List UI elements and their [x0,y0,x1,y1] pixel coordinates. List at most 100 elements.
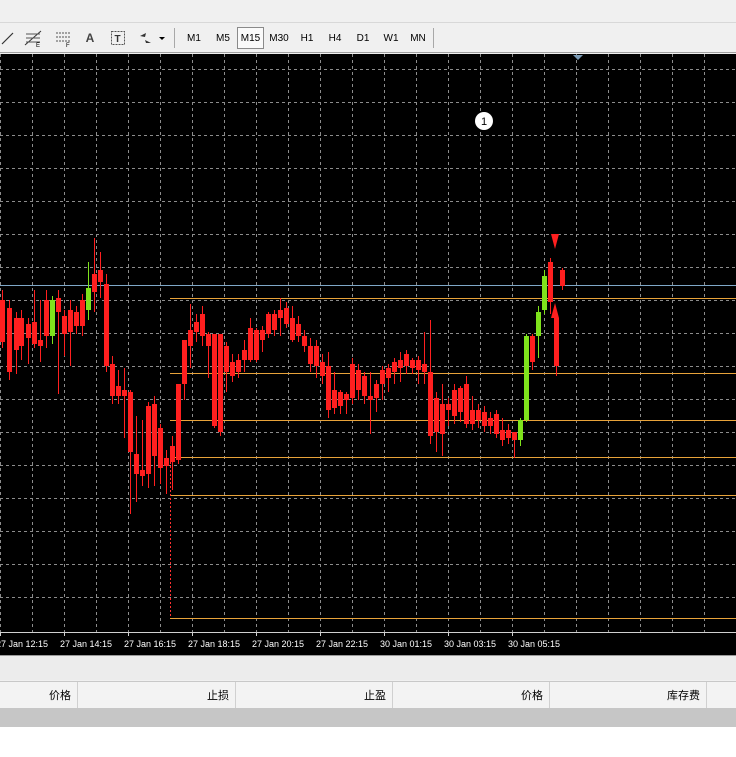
candle-body [176,384,181,460]
candle-body [272,314,277,330]
timeframe-h1-button[interactable]: H1 [294,27,320,49]
x-tick-label: 27 Jan 14:15 [60,639,112,649]
candle-body [560,270,565,286]
sell-arrow-icon [551,212,559,249]
timeframe-m30-button[interactable]: M30 [264,27,294,49]
terminal-body [0,727,736,757]
candle-body [254,330,259,360]
candle-body [98,270,103,282]
candle-body [392,362,397,372]
candle-body [0,300,5,342]
candle-body [248,328,253,360]
candle-body [404,354,409,366]
candle-body [134,454,139,474]
candle-body [368,396,373,400]
candle-body [350,364,355,398]
candle-body [290,318,295,340]
column-price2-header[interactable]: 价格 [393,682,550,708]
candle-body [524,336,529,420]
timeframe-d1-button[interactable]: D1 [349,27,377,49]
candle-body [92,274,97,292]
chart-tabs-bar [0,655,736,680]
candle-body [512,432,517,440]
candle-body [446,404,451,410]
candle-body [356,370,361,390]
candle-body [32,322,37,344]
svg-text:F: F [66,43,70,47]
candle-body [200,314,205,336]
candle-body [116,386,121,396]
candle-body [296,324,301,336]
candle-body [62,316,67,334]
timeframe-m15-button[interactable]: M15 [237,27,264,49]
timeframe-h4-button[interactable]: H4 [321,27,349,49]
svg-text:T: T [115,34,121,45]
chart-shift-marker-icon[interactable] [573,55,583,60]
timeframe-m5-button[interactable]: M5 [209,27,237,49]
column-price-header[interactable]: 价格 [0,682,78,708]
candle-body [7,308,12,372]
candle-body [386,368,391,378]
candlesticks [0,238,565,514]
trendline-tool-icon[interactable] [0,27,16,49]
candle-body [146,406,151,474]
time-axis: 27 Jan 12:15 27 Jan 14:15 27 Jan 16:15 27 J… [0,632,736,649]
candle-body [476,410,481,420]
column-tp-header[interactable]: 止盈 [236,682,393,708]
candle-body [506,430,511,438]
candle-body [302,336,307,346]
candle-body [428,372,433,436]
candle-body [410,360,415,368]
candle-body [458,388,463,412]
candle-body [19,318,24,346]
column-sl-header[interactable]: 止损 [78,682,236,708]
candle-body [338,392,343,406]
candle-body [122,390,127,396]
x-tick-label: 30 Jan 01:15 [380,639,432,649]
candle-body [320,362,325,376]
candle-body [80,300,85,326]
candle-body [464,384,469,424]
candle-body [314,346,319,366]
timeframe-w1-button[interactable]: W1 [377,27,405,49]
horizontal-levels [0,285,736,619]
candle-body [326,366,331,410]
fibonacci-tool-icon[interactable]: E [22,27,46,49]
timeframe-m1-button[interactable]: M1 [180,27,208,49]
candle-body [44,300,49,336]
chart-marker-1[interactable]: 1 [475,112,493,130]
terminal-header: 价格 止损 止盈 价格 库存费 [0,681,736,709]
candle-body [194,322,199,332]
candle-body [152,404,157,456]
candle-body [416,360,421,370]
x-tick-label: 27 Jan 20:15 [252,639,304,649]
candle-body [170,446,175,462]
candle-body [554,318,559,366]
candle-body [68,310,73,332]
chart-canvas[interactable]: 27 Jan 12:15 27 Jan 14:15 27 Jan 16:15 27 J… [0,54,736,655]
toolbar-separator [174,28,175,48]
candle-body [332,390,337,408]
x-tick-label: 27 Jan 12:15 [0,639,48,649]
fibo-channel-tool-icon[interactable]: F [52,27,76,49]
candle-body [86,288,91,310]
price-chart[interactable]: 27 Jan 12:15 27 Jan 14:15 27 Jan 16:15 27 J… [0,54,736,655]
arrows-dropdown-icon[interactable] [136,27,168,49]
candle-body [260,330,265,340]
candle-body [308,346,313,364]
candle-body [50,300,55,336]
candle-body [344,394,349,400]
candle-body [26,324,31,338]
timeframe-mn-button[interactable]: MN [405,27,431,49]
candle-body [104,284,109,366]
candle-body [542,276,547,310]
x-tick-label: 27 Jan 22:15 [316,639,368,649]
candle-body [182,340,187,384]
candle-body [56,298,61,312]
text-tool-icon[interactable]: A [82,27,98,49]
toolbar-separator-end [433,28,434,48]
text-label-tool-icon[interactable]: T [108,27,128,49]
candle-body [380,370,385,384]
candle-body [452,390,457,416]
column-swap-header[interactable]: 库存费 [550,682,707,708]
